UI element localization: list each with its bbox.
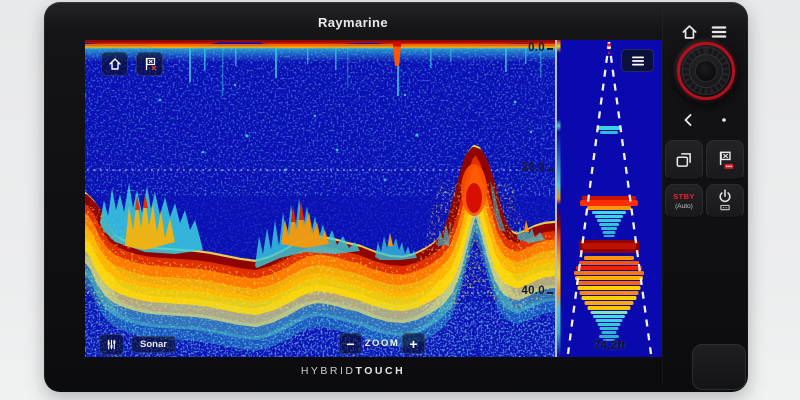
home-icon [681,25,697,39]
waypoint-button[interactable] [136,52,163,76]
dot-icon [722,118,726,122]
hw-power-button[interactable] [706,184,744,218]
depth-tick-20 [547,169,553,171]
bezel-seam [662,8,663,386]
standby-label: STBY [673,192,695,201]
switch-pane-icon [676,153,691,167]
hybrid-text: HYBRID [300,365,356,377]
zoom-in-button[interactable]: + [402,333,425,354]
rotary-knob[interactable] [673,38,739,104]
zoom-out-button[interactable]: − [339,333,362,354]
depth-label-40: 40.0 [521,285,545,297]
home-button[interactable] [101,52,128,76]
knob-center-button[interactable] [695,60,717,82]
product-photo: Raymarine Sonar − ZOOM + 0.0 20.0 40.0 7… [0,0,800,400]
hw-waypoint-button[interactable] [706,140,744,180]
brand-logo: Raymarine [317,15,389,30]
app-label-sonar[interactable]: Sonar [131,336,176,353]
hybridtouch-label: HYBRIDTOUCH [44,365,662,377]
standby-sub-label: (Auto) [675,203,693,210]
sonar-echogram [85,40,555,357]
menu-button[interactable] [621,49,654,72]
sonar-pane[interactable]: Sonar − ZOOM + 0.0 20.0 40.0 [85,40,555,357]
depth-tick-40 [547,292,553,294]
hw-select-button[interactable] [706,103,742,137]
adjust-button[interactable] [99,334,124,355]
depth-tick-0 [547,48,553,50]
home-icon [108,58,121,70]
ascope-pane[interactable]: 74.2ft [557,40,662,357]
hw-back-button[interactable] [670,103,706,137]
sliders-icon [107,339,116,350]
seabed-hump-core [461,164,487,216]
live-ping-strip [557,40,561,357]
waypoint-flag-icon [145,57,156,71]
hw-switch-pane-button[interactable] [665,140,703,180]
zoom-label: ZOOM [364,338,400,349]
ascope-display [557,40,662,357]
touch-text: TOUCH [355,365,406,377]
back-chevron-icon [684,114,692,126]
card-reader-door[interactable] [692,344,746,390]
hw-standby-button[interactable]: STBY (Auto) [665,184,703,218]
power-icon [719,189,731,211]
mfd-device: Raymarine Sonar − ZOOM + 0.0 20.0 40.0 7… [44,2,748,392]
waypoint-mob-icon [719,151,734,169]
depth-label-0: 0.0 [528,42,545,54]
depth-label-20: 20.0 [521,162,545,174]
menu-icon [631,56,644,65]
screen: Sonar − ZOOM + 0.0 20.0 40.0 74.2ft [85,40,662,357]
depth-readout: 74.2ft [593,338,626,352]
menu-icon [711,26,727,38]
